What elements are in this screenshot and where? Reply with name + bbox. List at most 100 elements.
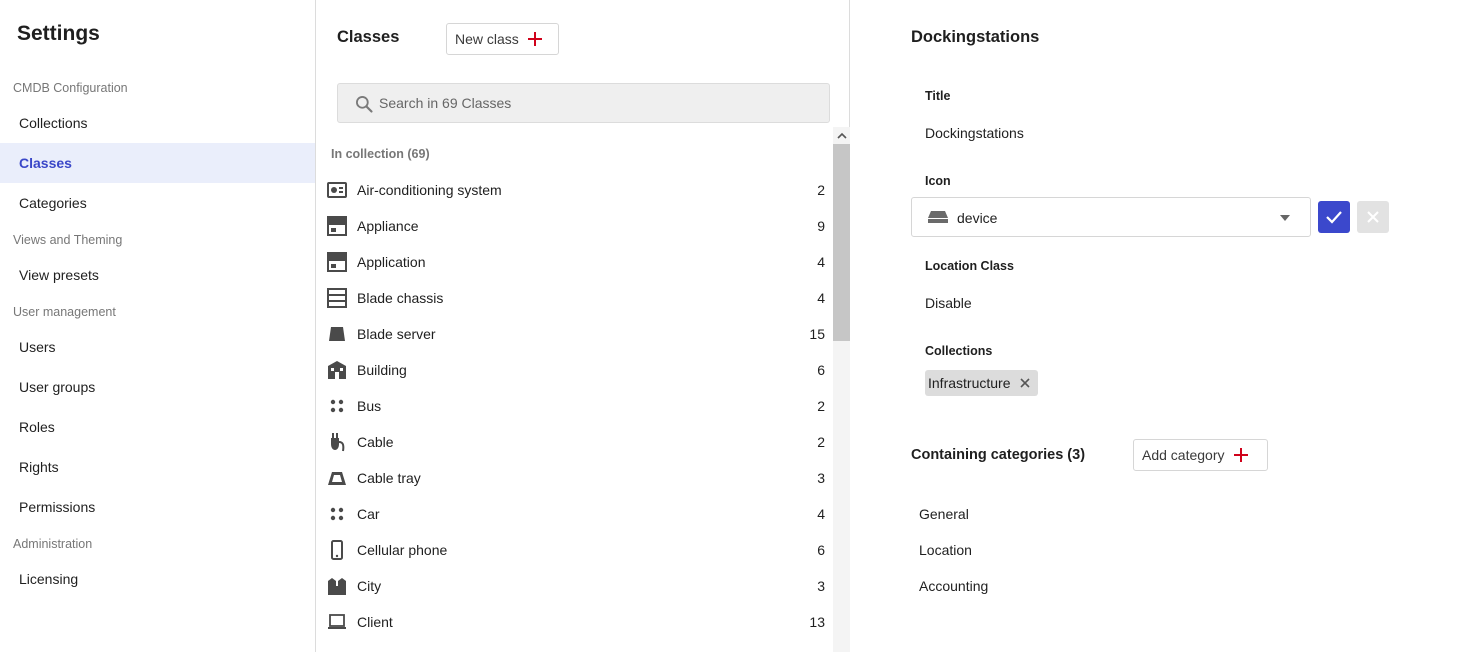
containing-categories-title: Containing categories (3)	[911, 447, 1086, 463]
title-label: Title	[925, 89, 951, 103]
item-count: 4	[817, 506, 825, 522]
list-item[interactable]: Blade chassis 4	[316, 280, 833, 316]
scroll-up-button[interactable]	[833, 127, 850, 144]
icon-select-value: device	[957, 210, 998, 226]
detail-title: Dockingstations	[911, 28, 1040, 46]
item-count: 4	[817, 290, 825, 306]
icon-select[interactable]: device	[911, 197, 1311, 237]
scroll-thumb[interactable]	[833, 144, 850, 341]
list-item[interactable]: Car 4	[316, 496, 833, 532]
sidebar-item-roles[interactable]: Roles	[0, 407, 315, 447]
confirm-button[interactable]	[1318, 201, 1350, 233]
class-list: Air-conditioning system 2 Appliance 9 Ap…	[316, 172, 833, 640]
item-count: 6	[817, 542, 825, 558]
item-name: Cellular phone	[357, 542, 448, 558]
appliance-icon	[327, 216, 347, 236]
sidebar-item-licensing[interactable]: Licensing	[0, 559, 315, 599]
item-count: 15	[809, 326, 825, 342]
item-name: Application	[357, 254, 426, 270]
building-icon	[328, 361, 346, 379]
list-item[interactable]: Client 13	[316, 604, 833, 640]
icon-label: Icon	[925, 174, 951, 188]
item-name: Bus	[357, 398, 382, 414]
list-item[interactable]: Cable tray 3	[316, 460, 833, 496]
class-detail-panel: Dockingstations Title Dockingstations Ic…	[851, 0, 1479, 652]
bus-icon	[330, 399, 344, 413]
air-conditioner-icon	[327, 182, 347, 198]
item-name: Car	[357, 506, 380, 522]
section-administration: Administration	[13, 537, 93, 551]
item-count: 2	[817, 398, 825, 414]
list-item[interactable]: Application 4	[316, 244, 833, 280]
chevron-down-icon	[1280, 215, 1290, 221]
cable-tray-icon	[328, 472, 346, 485]
sidebar-item-categories[interactable]: Categories	[0, 183, 315, 223]
sidebar-item-users[interactable]: Users	[0, 327, 315, 367]
location-class-value[interactable]: Disable	[925, 295, 972, 311]
item-count: 4	[817, 254, 825, 270]
add-category-button[interactable]: Add category	[1133, 439, 1268, 471]
add-category-label: Add category	[1142, 447, 1225, 463]
list-item[interactable]: City 3	[316, 568, 833, 604]
client-icon	[328, 614, 346, 629]
list-item[interactable]: Cellular phone 6	[316, 532, 833, 568]
item-count: 13	[809, 614, 825, 630]
sidebar-item-user-groups[interactable]: User groups	[0, 367, 315, 407]
category-item-location[interactable]: Location	[919, 542, 972, 558]
check-icon	[1326, 211, 1342, 224]
list-item[interactable]: Air-conditioning system 2	[316, 172, 833, 208]
item-count: 3	[817, 470, 825, 486]
item-name: Blade server	[357, 326, 436, 342]
sidebar-item-classes[interactable]: Classes	[0, 143, 315, 183]
list-item[interactable]: Appliance 9	[316, 208, 833, 244]
sidebar-item-rights[interactable]: Rights	[0, 447, 315, 487]
sidebar-item-view-presets[interactable]: View presets	[0, 255, 315, 295]
location-class-label: Location Class	[925, 259, 1014, 273]
close-icon[interactable]	[1019, 377, 1031, 389]
section-views-and-theming: Views and Theming	[13, 233, 123, 247]
list-item[interactable]: Bus 2	[316, 388, 833, 424]
sidebar-title: Settings	[17, 22, 100, 45]
title-value[interactable]: Dockingstations	[925, 125, 1024, 141]
search-input[interactable]	[379, 84, 819, 122]
item-name: Blade chassis	[357, 290, 444, 306]
item-name: Building	[357, 362, 407, 378]
item-name: Cable	[357, 434, 394, 450]
cellular-phone-icon	[331, 540, 343, 560]
blade-chassis-icon	[327, 288, 347, 308]
device-icon	[928, 211, 948, 223]
item-name: Cable tray	[357, 470, 421, 486]
item-name: Air-conditioning system	[357, 182, 502, 198]
category-item-general[interactable]: General	[919, 506, 969, 522]
new-class-button[interactable]: New class	[446, 23, 559, 55]
close-icon	[1367, 211, 1379, 223]
category-item-accounting[interactable]: Accounting	[919, 578, 988, 594]
collection-label: In collection (69)	[331, 147, 430, 161]
chevron-up-icon	[836, 132, 847, 139]
search-icon	[356, 96, 373, 113]
list-item[interactable]: Building 6	[316, 352, 833, 388]
blade-server-icon	[329, 327, 345, 341]
plus-icon	[1233, 448, 1248, 462]
list-item[interactable]: Cable 2	[316, 424, 833, 460]
collections-label: Collections	[925, 344, 993, 358]
sidebar-item-permissions[interactable]: Permissions	[0, 487, 315, 527]
item-count: 2	[817, 434, 825, 450]
list-item[interactable]: Blade server 15	[316, 316, 833, 352]
cancel-button[interactable]	[1357, 201, 1389, 233]
item-name: City	[357, 578, 382, 594]
item-count: 2	[817, 182, 825, 198]
section-cmdb-configuration: CMDB Configuration	[13, 81, 128, 95]
plus-icon	[527, 32, 542, 46]
new-class-label: New class	[455, 31, 519, 47]
item-count: 3	[817, 578, 825, 594]
classes-panel: Classes New class In collection (69) Air…	[316, 0, 850, 652]
sidebar-item-collections[interactable]: Collections	[0, 103, 315, 143]
section-user-management: User management	[13, 305, 116, 319]
settings-sidebar: Settings CMDB Configuration Collections …	[0, 0, 316, 652]
list-scrollbar[interactable]	[833, 127, 850, 652]
classes-title: Classes	[337, 28, 400, 46]
city-icon	[328, 578, 346, 595]
chip-label: Infrastructure	[928, 375, 1011, 391]
car-icon	[330, 507, 344, 521]
